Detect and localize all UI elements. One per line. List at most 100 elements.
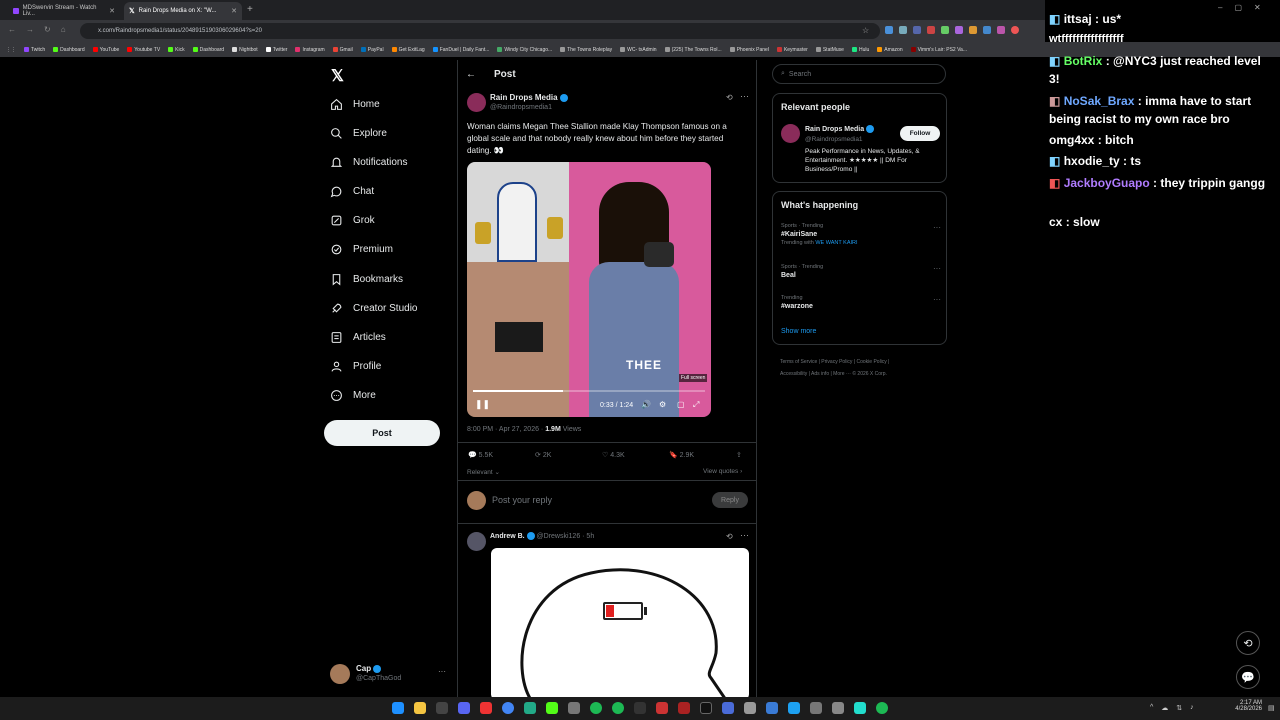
nav-bookmarks[interactable]: Bookmarks <box>330 269 403 289</box>
nav-creator-studio[interactable]: Creator Studio <box>330 298 417 318</box>
post-button[interactable]: Post <box>324 420 440 446</box>
grok-float-icon[interactable]: ⟲ <box>1236 631 1260 655</box>
app-icon[interactable] <box>656 702 668 714</box>
close-icon[interactable]: ✕ <box>109 7 115 15</box>
x-app-icon[interactable] <box>700 702 712 714</box>
trend-item[interactable]: Sports · Trending #KairiSane Trending wi… <box>781 223 941 246</box>
volume-icon[interactable]: 🔊 <box>641 400 651 409</box>
nav-more[interactable]: More <box>330 385 376 405</box>
person-name[interactable]: Rain Drops Media <box>805 125 875 133</box>
sort-dropdown[interactable]: Relevant ⌄ <box>467 468 500 476</box>
avatar[interactable] <box>467 93 486 112</box>
bookmark[interactable]: Youtube TV <box>123 47 164 53</box>
nav-explore[interactable]: Explore <box>330 123 387 143</box>
app-icon[interactable] <box>810 702 822 714</box>
app-icon[interactable] <box>744 702 756 714</box>
bookmark[interactable]: WC- txAdmin <box>616 47 660 53</box>
reply-image[interactable] <box>491 548 749 700</box>
app-icon[interactable] <box>612 702 624 714</box>
app-icon[interactable] <box>524 702 536 714</box>
reply-author-line[interactable]: Andrew B. @Drewski126 · 5h <box>490 532 594 540</box>
account-switcher[interactable]: Cap @CapThaGod ··· <box>330 662 450 686</box>
bookmark[interactable]: Dashboard <box>49 47 88 53</box>
grok-icon[interactable]: ⟲ <box>726 532 733 541</box>
bookmark[interactable]: Twitter <box>262 47 292 53</box>
back-arrow-icon[interactable]: ← <box>466 69 476 80</box>
bookmark[interactable]: (225) The Towns Rol... <box>661 47 726 53</box>
app-icon[interactable] <box>788 702 800 714</box>
view-quotes-link[interactable]: View quotes › <box>703 468 742 475</box>
avatar[interactable] <box>781 124 800 143</box>
app-icon[interactable] <box>766 702 778 714</box>
search-input[interactable]: ⌕ Search <box>772 64 946 84</box>
bookmark[interactable]: Nightbot <box>228 47 262 53</box>
settings-icon[interactable]: ⚙ <box>659 400 666 409</box>
extension-icon[interactable] <box>983 26 991 34</box>
repost-action[interactable]: ⟳ 2K <box>535 451 602 459</box>
nav-grok[interactable]: Grok <box>330 210 375 230</box>
steam-icon[interactable] <box>436 702 448 714</box>
app-icon[interactable] <box>876 702 888 714</box>
avatar[interactable] <box>467 532 486 551</box>
home-icon[interactable]: ⌂ <box>61 25 66 34</box>
tab-stream[interactable]: MDSwervin Stream - Watch Liv... ✕ <box>8 2 120 20</box>
video-player[interactable]: THEE Full screen ❚❚ 0:33 / 1:24 🔊 ⚙ ▢ ⤢ <box>467 162 711 417</box>
nav-chat[interactable]: Chat <box>330 181 374 201</box>
bookmark[interactable]: Keymaster <box>773 47 812 53</box>
messages-float-icon[interactable]: 💬 <box>1236 665 1260 689</box>
bookmark[interactable]: Kick <box>164 47 188 53</box>
more-icon[interactable]: ··· <box>933 295 941 304</box>
bookmark[interactable]: Instagram <box>291 47 328 53</box>
app-icon[interactable] <box>546 702 558 714</box>
trend-item[interactable]: Sports · Trending Beal ··· <box>781 264 941 279</box>
follow-button[interactable]: Follow <box>900 126 940 141</box>
bookmark[interactable]: Phoenix Panel <box>726 47 773 53</box>
more-icon[interactable]: ··· <box>740 530 749 540</box>
fullscreen-icon[interactable]: ⤢ <box>693 400 699 410</box>
more-icon[interactable]: ··· <box>933 264 941 273</box>
reply-action[interactable]: 💬 5.5K <box>468 451 535 459</box>
show-more-link[interactable]: Show more <box>781 328 816 335</box>
bookmark[interactable]: Twitch <box>20 47 49 53</box>
extension-icon[interactable] <box>941 26 949 34</box>
like-action[interactable]: ♡ 4.3K <box>602 451 669 459</box>
pause-icon[interactable]: ❚❚ <box>475 399 490 410</box>
close-icon[interactable]: ✕ <box>231 7 237 15</box>
new-tab-icon[interactable]: + <box>247 4 253 15</box>
reply-button[interactable]: Reply <box>712 492 748 508</box>
extension-icons[interactable] <box>885 26 1019 34</box>
tab-post[interactable]: 𝕏 Rain Drops Media on X: "W... ✕ <box>124 2 242 20</box>
extension-icon[interactable] <box>969 26 977 34</box>
chrome-icon[interactable] <box>502 702 514 714</box>
more-icon[interactable]: ··· <box>933 223 941 232</box>
bookmark[interactable]: Dashboard <box>189 47 228 53</box>
bookmark[interactable]: PayPal <box>357 47 388 53</box>
discord-icon[interactable] <box>458 702 470 714</box>
nav-home[interactable]: Home <box>330 94 380 114</box>
extension-icon[interactable] <box>927 26 935 34</box>
bookmark-action[interactable]: 🔖 2.9K <box>669 451 736 459</box>
bookmark[interactable]: StatMuse <box>812 47 848 53</box>
share-icon[interactable]: ⇪ <box>736 451 742 459</box>
nav-premium[interactable]: Premium <box>330 239 393 259</box>
clock[interactable]: 2:17 AM 4/28/2026 <box>1232 700 1262 712</box>
nav-articles[interactable]: Articles <box>330 327 386 347</box>
extension-icon[interactable] <box>955 26 963 34</box>
bookmark[interactable]: FanDuel | Daily Fant... <box>429 47 494 53</box>
nav-buttons[interactable]: ← → ↻ ⌂ <box>8 25 66 34</box>
obs-icon[interactable] <box>634 702 646 714</box>
more-icon[interactable]: ··· <box>438 667 446 676</box>
app-icon[interactable] <box>480 702 492 714</box>
trend-item[interactable]: Trending #warzone ··· <box>781 295 941 310</box>
start-icon[interactable] <box>392 702 404 714</box>
reply-input[interactable]: Post your reply <box>492 495 552 505</box>
bookmark[interactable]: The Towns Roleplay <box>556 47 616 53</box>
nav-notifications[interactable]: Notifications <box>330 152 407 172</box>
spotify-icon[interactable] <box>590 702 602 714</box>
back-icon[interactable]: ← <box>8 25 16 34</box>
bookmark[interactable]: Hulu <box>848 47 873 53</box>
url-input[interactable]: x.com/Raindropsmedia1/status/20489151903… <box>80 23 880 39</box>
app-icon[interactable] <box>854 702 866 714</box>
app-icon[interactable] <box>568 702 580 714</box>
grok-icon[interactable]: ⟲ <box>726 93 733 102</box>
